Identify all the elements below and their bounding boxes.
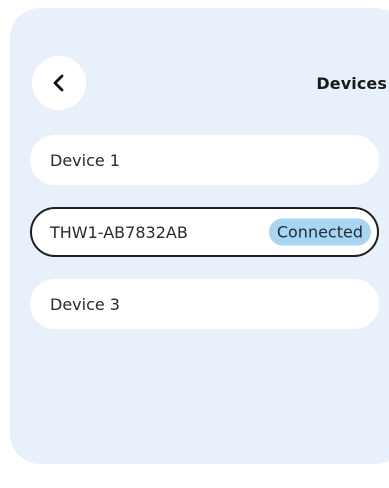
device-name: THW1-AB7832AB	[50, 222, 188, 242]
connected-status-badge: Connected	[268, 218, 371, 246]
device-item-2[interactable]: THW1-AB7832AB Connected	[30, 207, 379, 257]
device-name: Device 1	[50, 150, 120, 170]
back-button[interactable]	[32, 56, 86, 110]
device-item-1[interactable]: Device 1	[30, 135, 379, 185]
header: Devices	[32, 56, 389, 112]
device-item-3[interactable]: Device 3	[30, 279, 379, 329]
page-title: Devices	[316, 74, 387, 93]
chevron-left-icon	[53, 74, 64, 92]
device-name: Device 3	[50, 294, 120, 314]
device-list: Device 1 THW1-AB7832AB Connected Device …	[30, 135, 389, 329]
